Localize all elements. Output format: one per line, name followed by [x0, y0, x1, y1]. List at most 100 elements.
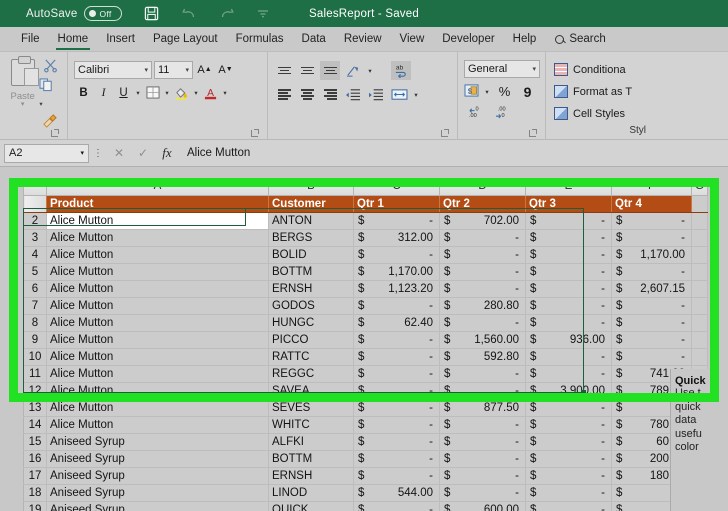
paste-button[interactable]: Paste ▾: [6, 56, 39, 108]
cell-qtr3[interactable]: $ -: [525, 416, 612, 434]
row-header-10[interactable]: 10: [23, 347, 47, 366]
cell-qtr2[interactable]: $ -: [439, 263, 526, 281]
column-header-c[interactable]: C: [353, 178, 440, 196]
cell-customer[interactable]: SAVEA: [268, 382, 354, 400]
insert-function-fx-icon[interactable]: fx: [155, 144, 179, 163]
underline-chevron-down-icon[interactable]: ▾: [134, 89, 142, 97]
header-cell-qtr1[interactable]: Qtr 1: [353, 195, 440, 213]
row-header-4[interactable]: 4: [23, 245, 47, 264]
cell-qtr3[interactable]: $ -: [525, 433, 612, 451]
cell-qtr1[interactable]: $ -: [353, 331, 440, 349]
cell-qtr3[interactable]: $ -: [525, 263, 612, 281]
font-color-icon[interactable]: A: [201, 83, 220, 102]
column-header-a[interactable]: A: [46, 178, 269, 196]
row-header-16[interactable]: 16: [23, 449, 47, 468]
cell-qtr3[interactable]: $ -: [525, 484, 612, 502]
cell-qtr1[interactable]: $ -: [353, 416, 440, 434]
header-cell-qtr3[interactable]: Qtr 3: [525, 195, 612, 213]
cell-product[interactable]: Alice Mutton: [46, 365, 269, 383]
name-box-chevron-down-icon[interactable]: ▾: [80, 149, 84, 157]
row-header-13[interactable]: 13: [23, 398, 47, 417]
header-cell-qtr2[interactable]: Qtr 2: [439, 195, 526, 213]
table-row[interactable]: 13Alice MuttonSEVES$-$877.50$-$-: [23, 398, 708, 417]
cell-product[interactable]: Aniseed Syrup: [46, 433, 269, 451]
text-orientation-icon[interactable]: [343, 61, 363, 80]
cell-qtr1[interactable]: $ -: [353, 450, 440, 468]
borders-icon[interactable]: [143, 83, 162, 102]
header-cell-qtr4[interactable]: Qtr 4: [611, 195, 692, 213]
accounting-number-format-icon[interactable]: $: [464, 83, 479, 100]
table-row[interactable]: 14 Alice Mutton WHITC $ - $ - $ - $780.00: [23, 415, 708, 434]
cell-qtr3[interactable]: $ -: [525, 348, 612, 366]
cell-qtr3[interactable]: $ -: [525, 399, 612, 417]
align-middle-icon[interactable]: [297, 61, 317, 80]
cell-product[interactable]: Alice Mutton: [46, 297, 269, 315]
underline-button[interactable]: U: [114, 83, 133, 102]
cell-styles-button[interactable]: Cell Styles: [554, 104, 625, 123]
conditional-formatting-button[interactable]: Conditiona: [554, 60, 626, 79]
cell-product[interactable]: Alice Mutton: [46, 416, 269, 434]
font-dialog-launcher-icon[interactable]: [251, 129, 259, 137]
cell-qtr4[interactable]: $1,170.00: [611, 246, 692, 264]
cell-qtr2[interactable]: $600.00: [439, 501, 526, 511]
cell-qtr4[interactable]: $-: [611, 314, 692, 332]
cell-qtr1[interactable]: $ -: [353, 501, 440, 511]
cell-customer[interactable]: ERNSH: [268, 280, 354, 298]
cell-product[interactable]: Alice Mutton: [46, 229, 269, 247]
cell-product[interactable]: Alice Mutton: [46, 212, 269, 230]
cell-g[interactable]: [691, 348, 708, 366]
row-header-1[interactable]: [23, 194, 47, 213]
align-top-icon[interactable]: [274, 61, 294, 80]
column-header-d[interactable]: D: [439, 178, 526, 196]
italic-button[interactable]: I: [94, 83, 113, 102]
percent-style-button[interactable]: %: [495, 82, 514, 101]
alignment-dialog-launcher-icon[interactable]: [441, 129, 449, 137]
tab-review[interactable]: Review: [335, 27, 391, 52]
table-row[interactable]: 15Aniseed SyrupALFKI$-$-$-$60.00: [23, 432, 708, 451]
cell-qtr3[interactable]: $3,900.00: [525, 382, 612, 400]
table-row[interactable]: 3 Alice Mutton BERGS $312.00 $ - $ - $ -: [23, 228, 708, 247]
cell-qtr2[interactable]: $ -: [439, 246, 526, 264]
cell-qtr3[interactable]: $ -: [525, 229, 612, 247]
row-header-14[interactable]: 14: [23, 415, 47, 434]
increase-indent-icon[interactable]: [366, 85, 386, 104]
font-name-input[interactable]: Calibri ▾: [74, 60, 152, 79]
cell-product[interactable]: Alice Mutton: [46, 280, 269, 298]
column-header-g[interactable]: G: [691, 178, 708, 196]
cell-product[interactable]: Alice Mutton: [46, 399, 269, 417]
cell-qtr3[interactable]: $ -: [525, 450, 612, 468]
decrease-indent-icon[interactable]: [343, 85, 363, 104]
align-bottom-icon[interactable]: [320, 61, 340, 80]
cell-customer[interactable]: ALFKI: [268, 433, 354, 451]
row-header-19[interactable]: 19: [23, 500, 47, 511]
font-size-input[interactable]: 11 ▾: [154, 60, 193, 79]
table-row[interactable]: 18Aniseed SyrupLINOD$544.00$-$-$-: [23, 483, 708, 502]
cell-customer[interactable]: ERNSH: [268, 467, 354, 485]
copy-icon[interactable]: ▾: [39, 78, 61, 112]
cell-g[interactable]: [691, 280, 708, 298]
cell-qtr1[interactable]: $ -: [353, 382, 440, 400]
cell-qtr3[interactable]: $ -: [525, 365, 612, 383]
cell-qtr1[interactable]: $ -: [353, 467, 440, 485]
merge-chevron-down-icon[interactable]: ▾: [412, 91, 420, 99]
cell-product[interactable]: Alice Mutton: [46, 382, 269, 400]
row-header-2[interactable]: 2: [23, 211, 47, 230]
cell-qtr1[interactable]: $ -: [353, 399, 440, 417]
number-format-select[interactable]: General ▾: [464, 60, 540, 78]
cell-customer[interactable]: BERGS: [268, 229, 354, 247]
row-header-7[interactable]: 7: [23, 296, 47, 315]
cell-customer[interactable]: ANTON: [268, 212, 354, 230]
cell-qtr4[interactable]: $-: [611, 331, 692, 349]
row-header-17[interactable]: 17: [23, 466, 47, 485]
row-header-9[interactable]: 9: [23, 330, 47, 349]
cell-product[interactable]: Aniseed Syrup: [46, 501, 269, 511]
cell-product[interactable]: Alice Mutton: [46, 246, 269, 264]
cell-qtr1[interactable]: $ -: [353, 365, 440, 383]
cell-g[interactable]: [691, 314, 708, 332]
cell-customer[interactable]: BOLID: [268, 246, 354, 264]
orientation-chevron-down-icon[interactable]: ▾: [366, 67, 374, 75]
cell-qtr1[interactable]: $ -: [353, 297, 440, 315]
cell-qtr2[interactable]: $702.00: [439, 212, 526, 230]
paste-dropdown-chevron-icon[interactable]: ▾: [21, 101, 25, 108]
cell-qtr4[interactable]: $-: [611, 229, 692, 247]
